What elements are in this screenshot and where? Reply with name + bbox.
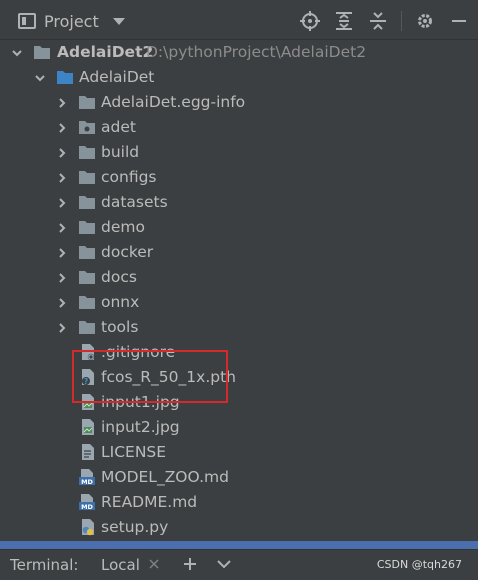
chevron-right-icon[interactable] — [56, 240, 68, 265]
tree-item-folder[interactable]: demo — [0, 215, 478, 240]
chevron-down-icon[interactable] — [34, 65, 46, 90]
collapse-all-icon[interactable] — [367, 10, 389, 32]
tree-item-label: build — [101, 143, 140, 161]
chevron-right-icon[interactable] — [56, 115, 68, 140]
chevron-right-icon[interactable] — [56, 215, 68, 240]
chevron-down-icon[interactable] — [11, 40, 23, 65]
minimize-icon[interactable] — [448, 10, 470, 32]
expand-all-icon[interactable] — [333, 10, 355, 32]
project-toolbar: Project — [0, 0, 478, 40]
tree-item-label: AdelaiDet — [79, 68, 155, 86]
module-folder-icon — [56, 68, 74, 86]
python-file-icon — [80, 518, 98, 536]
tree-item-folder[interactable]: onnx — [0, 290, 478, 315]
selected-row[interactable] — [0, 541, 478, 549]
text-file-icon — [80, 443, 98, 461]
tree-item-file[interactable]: setup.py — [0, 515, 478, 540]
package-folder-icon — [78, 118, 96, 136]
tree-item-module[interactable]: AdelaiDet — [0, 65, 478, 90]
folder-icon — [33, 43, 51, 61]
toolbar-separator — [401, 11, 402, 31]
tree-item-folder[interactable]: docs — [0, 265, 478, 290]
tree-item-file[interactable]: MD MODEL_ZOO.md — [0, 465, 478, 490]
terminal-tab-bar: Terminal: Local CSDN @tqh267 — [0, 549, 478, 580]
folder-icon — [78, 143, 96, 161]
markdown-file-icon: MD — [78, 493, 96, 511]
folder-icon — [78, 243, 96, 261]
locate-icon[interactable] — [299, 10, 321, 32]
project-view-title[interactable]: Project — [44, 12, 99, 31]
svg-text:MD: MD — [81, 503, 93, 511]
chevron-right-icon[interactable] — [56, 90, 68, 115]
project-path: D:\pythonProject\AdelaiDet2 — [146, 43, 367, 61]
project-tree: AdelaiDet2 D:\pythonProject\AdelaiDet2 A… — [0, 40, 478, 540]
tree-item-label: LICENSE — [101, 443, 167, 461]
watermark: CSDN @tqh267 — [376, 558, 462, 571]
folder-icon — [78, 293, 96, 311]
tree-item-label: AdelaiDet.egg-info — [101, 93, 246, 111]
markdown-file-icon: MD — [78, 468, 96, 486]
tree-item-file[interactable]: input2.jpg — [0, 415, 478, 440]
tree-item-folder[interactable]: adet — [0, 115, 478, 140]
svg-text:MD: MD — [81, 478, 93, 486]
gear-icon[interactable] — [414, 10, 436, 32]
project-view-icon — [18, 13, 36, 29]
folder-icon — [78, 218, 96, 236]
folder-icon — [78, 193, 96, 211]
tree-item-folder[interactable]: tools — [0, 315, 478, 340]
tree-item-label: README.md — [101, 493, 198, 511]
folder-icon — [78, 318, 96, 336]
chevron-right-icon[interactable] — [56, 140, 68, 165]
chevron-right-icon[interactable] — [56, 165, 68, 190]
tree-item-label: docs — [101, 268, 137, 286]
close-icon[interactable] — [147, 557, 161, 571]
terminal-label: Terminal: — [10, 556, 79, 574]
chevron-right-icon[interactable] — [56, 265, 68, 290]
chevron-right-icon[interactable] — [56, 315, 68, 340]
terminal-tab-local[interactable]: Local — [101, 550, 140, 580]
tree-item-file[interactable]: MD README.md — [0, 490, 478, 515]
folder-icon — [78, 268, 96, 286]
tree-item-label: docker — [101, 243, 154, 261]
project-view-selector[interactable]: Project — [18, 10, 125, 32]
image-file-icon — [80, 418, 98, 436]
tree-item-label: demo — [101, 218, 145, 236]
tree-item-folder[interactable]: configs — [0, 165, 478, 190]
tree-item-label: onnx — [101, 293, 140, 311]
tree-item-label: AdelaiDet2 — [57, 43, 154, 61]
tree-item-label: tools — [101, 318, 139, 336]
tree-item-file[interactable]: LICENSE — [0, 440, 478, 465]
plus-icon[interactable] — [182, 556, 198, 572]
folder-icon — [78, 93, 96, 111]
tree-item-label: input2.jpg — [101, 418, 180, 436]
highlight-annotation — [72, 350, 228, 403]
folder-icon — [78, 168, 96, 186]
chevron-right-icon[interactable] — [56, 290, 68, 315]
tree-item-label: datasets — [101, 193, 168, 211]
tree-item-root[interactable]: AdelaiDet2 D:\pythonProject\AdelaiDet2 — [0, 40, 478, 65]
tree-item-folder[interactable]: AdelaiDet.egg-info — [0, 90, 478, 115]
chevron-down-icon[interactable] — [216, 557, 232, 571]
tree-item-label: setup.py — [101, 518, 169, 536]
tree-item-label: MODEL_ZOO.md — [101, 468, 229, 486]
chevron-right-icon[interactable] — [56, 190, 68, 215]
tree-item-label: adet — [101, 118, 136, 136]
tree-item-folder[interactable]: datasets — [0, 190, 478, 215]
chevron-down-icon[interactable] — [112, 17, 125, 25]
tree-item-folder[interactable]: build — [0, 140, 478, 165]
tree-item-folder[interactable]: docker — [0, 240, 478, 265]
tree-item-label: configs — [101, 168, 157, 186]
